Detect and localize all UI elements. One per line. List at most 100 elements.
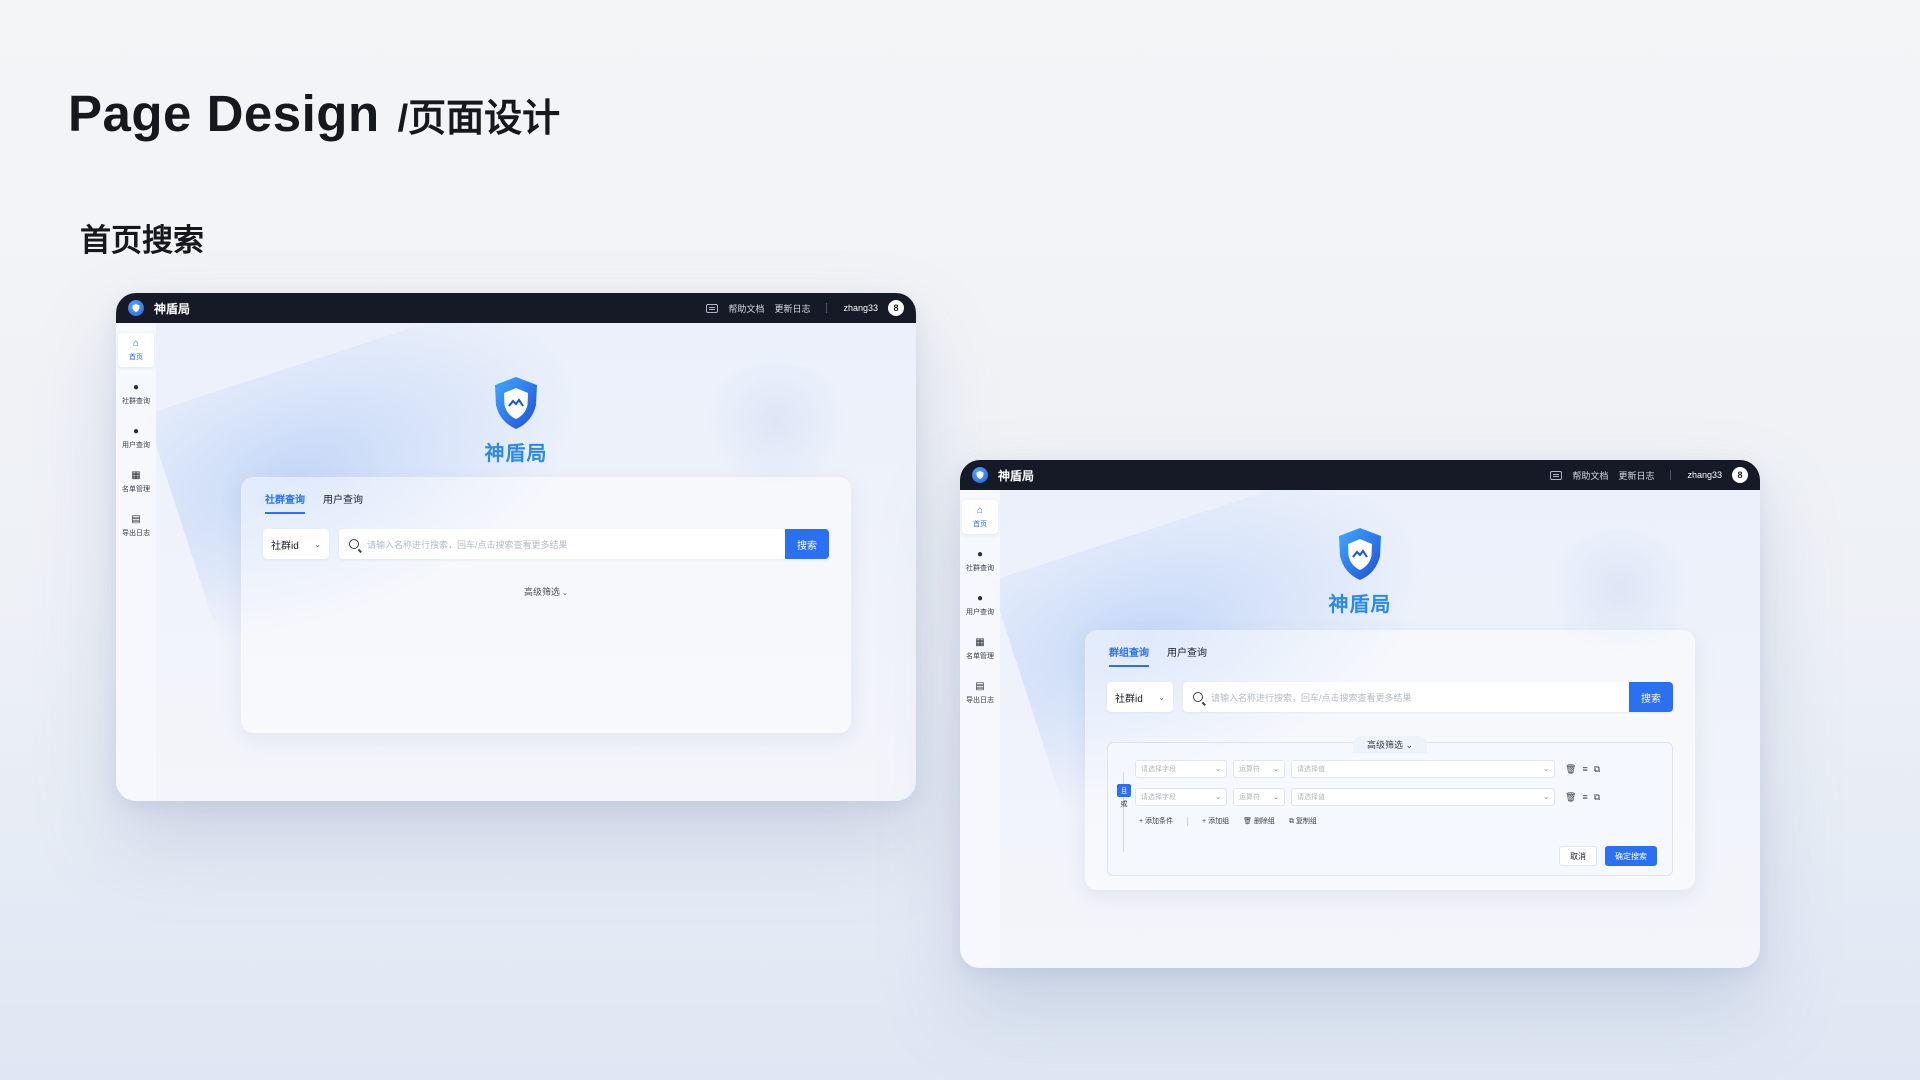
search-type-select[interactable]: 社群id ⌄ (1107, 682, 1173, 712)
copy-group-button[interactable]: ⧉ 复制组 (1289, 816, 1317, 826)
sidebar-item-export-log[interactable]: ▤ 导出日志 (962, 676, 998, 710)
avatar[interactable]: 8 (888, 300, 904, 316)
select-value: 社群id (1115, 693, 1143, 705)
export-log-icon: ▤ (975, 680, 985, 692)
search-card: 群组查询 用户查询 社群id ⌄ 请输入名称进行搜索，回车/点击搜索查看更多结果… (1085, 630, 1695, 890)
add-subcondition-icon[interactable]: ≡ (1582, 764, 1587, 775)
sidebar-item-label: 首页 (129, 353, 143, 361)
chevron-down-icon: ⌄ (1215, 766, 1221, 773)
sidebar-item-export-log[interactable]: ▤ 导出日志 (118, 509, 154, 543)
search-type-select[interactable]: 社群id ⌄ (263, 529, 329, 559)
operator-select[interactable]: 运算符 ⌄ (1233, 760, 1285, 778)
shield-logo-icon (972, 467, 988, 483)
delete-icon[interactable]: 🗑 (1565, 764, 1576, 775)
add-condition-button[interactable]: + 添加条件 (1139, 816, 1173, 826)
tab-community-query[interactable]: 社群查询 (265, 491, 305, 514)
username[interactable]: zhang33 (843, 303, 878, 313)
value-placeholder: 请选择值 (1297, 766, 1325, 773)
value-placeholder: 请选择值 (1297, 794, 1325, 801)
divider (826, 303, 828, 313)
chevron-down-icon: ⌄ (1405, 740, 1414, 750)
row-actions: 🗑 ≡ ⧉ (1565, 764, 1600, 775)
sidebar-item-list-management[interactable]: ▦ 名单管理 (118, 465, 154, 499)
copy-group-label: 复制组 (1295, 818, 1317, 825)
advanced-filter-label: 高级筛选 (524, 587, 561, 597)
condition-row: 请选择字段 ⌄ 运算符 ⌄ 请选择值 ⌄ 🗑 ≡ ⧉ (1135, 788, 1663, 806)
logic-toggle[interactable]: 且 或 (1117, 784, 1131, 809)
app-brand: 神盾局 (998, 468, 1035, 483)
shield-logo-icon (495, 377, 537, 429)
app-brand: 神盾局 (154, 301, 191, 316)
advanced-filter-toggle[interactable]: 高级筛选 ⌄ (241, 585, 851, 598)
confirm-search-button[interactable]: 确定搜索 (1605, 846, 1657, 866)
document-icon (706, 303, 719, 313)
add-group-button[interactable]: + 添加组 (1202, 816, 1229, 826)
sidebar-item-label: 导出日志 (122, 529, 150, 537)
help-doc-link[interactable]: 帮助文档 (728, 302, 764, 315)
sidebar-item-label: 导出日志 (966, 696, 994, 704)
shield-logo-icon (128, 300, 144, 316)
mockup-window-advanced-search: 神盾局 帮助文档 更新日志 zhang33 8 ⌂ 首页 ● 社群查询 ● 用户… (960, 460, 1760, 968)
delete-group-label: 删除组 (1253, 818, 1275, 825)
page-title-en: Page Design (68, 85, 380, 142)
update-log-link[interactable]: 更新日志 (1618, 469, 1654, 482)
section-title: 首页搜索 (80, 223, 204, 258)
field-placeholder: 请选择字段 (1141, 766, 1176, 773)
search-button[interactable]: 搜索 (785, 529, 829, 559)
chevron-down-icon: ⌄ (1273, 766, 1279, 773)
tab-user-query[interactable]: 用户查询 (1167, 644, 1207, 667)
help-doc-link[interactable]: 帮助文档 (1572, 469, 1608, 482)
top-navigation-bar: 神盾局 帮助文档 更新日志 zhang33 8 (116, 293, 916, 323)
shield-logo-icon (1339, 528, 1381, 580)
advanced-filter-toggle[interactable]: 高级筛选 ⌄ (1352, 736, 1428, 753)
home-icon: ⌂ (976, 504, 984, 516)
copy-icon[interactable]: ⧉ (1594, 764, 1600, 775)
chevron-down-icon: ⌄ (562, 590, 568, 597)
add-subcondition-icon[interactable]: ≡ (1582, 792, 1587, 803)
select-value: 社群id (271, 540, 299, 552)
value-select[interactable]: 请选择值 ⌄ (1291, 760, 1555, 778)
field-placeholder: 请选择字段 (1141, 794, 1176, 801)
list-edit-icon: ▦ (975, 636, 985, 648)
update-log-link[interactable]: 更新日志 (774, 302, 810, 315)
search-placeholder: 请输入名称进行搜索，回车/点击搜索查看更多结果 (367, 539, 568, 550)
mockup-window-basic-search: 神盾局 帮助文档 更新日志 zhang33 8 ⌂ 首页 ● 社群查询 ● 用户… (116, 293, 916, 801)
search-tabs: 群组查询 用户查询 (1109, 644, 1207, 667)
search-input[interactable]: 请输入名称进行搜索，回车/点击搜索查看更多结果 搜索 (1183, 682, 1673, 712)
operator-select[interactable]: 运算符 ⌄ (1233, 788, 1285, 806)
chevron-down-icon: ⌄ (1215, 794, 1221, 801)
sidebar-item-home[interactable]: ⌂ 首页 (118, 333, 154, 367)
page-title: Page Design /页面设计 (68, 84, 560, 143)
tab-user-query[interactable]: 用户查询 (323, 491, 363, 514)
cancel-button[interactable]: 取消 (1559, 846, 1597, 866)
advanced-filter-panel: 高级筛选 ⌄ 且 或 请选择字段 ⌄ 运算符 ⌄ 请选择值 ⌄ 🗑 ≡ ⧉ 请选… (1107, 736, 1673, 876)
tab-group-query[interactable]: 群组查询 (1109, 644, 1149, 667)
search-icon (1193, 692, 1203, 702)
search-placeholder: 请输入名称进行搜索，回车/点击搜索查看更多结果 (1211, 692, 1412, 703)
search-button[interactable]: 搜索 (1629, 682, 1673, 712)
divider (1187, 816, 1189, 826)
document-icon (1550, 470, 1563, 480)
sidebar-item-list-management[interactable]: ▦ 名单管理 (962, 632, 998, 666)
page-title-zh: /页面设计 (397, 98, 561, 140)
delete-group-button[interactable]: 🗑 删除组 (1243, 816, 1275, 826)
delete-icon[interactable]: 🗑 (1565, 792, 1576, 803)
divider (1670, 470, 1672, 480)
value-select[interactable]: 请选择值 ⌄ (1291, 788, 1555, 806)
copy-icon[interactable]: ⧉ (1594, 792, 1600, 803)
hero: 神盾局 (116, 375, 916, 466)
avatar[interactable]: 8 (1732, 467, 1748, 483)
top-navigation-bar: 神盾局 帮助文档 更新日志 zhang33 8 (960, 460, 1760, 490)
search-input[interactable]: 请输入名称进行搜索，回车/点击搜索查看更多结果 搜索 (339, 529, 829, 559)
hero: 神盾局 (960, 526, 1760, 617)
field-select[interactable]: 请选择字段 ⌄ (1135, 760, 1227, 778)
and-badge[interactable]: 且 (1117, 784, 1131, 797)
filter-buttons: 取消 确定搜索 (1559, 846, 1657, 866)
username[interactable]: zhang33 (1687, 470, 1722, 480)
list-edit-icon: ▦ (131, 469, 141, 481)
operator-placeholder: 运算符 (1239, 794, 1260, 801)
chevron-down-icon: ⌄ (314, 539, 321, 549)
app-brand-large: 神盾局 (1328, 594, 1392, 616)
field-select[interactable]: 请选择字段 ⌄ (1135, 788, 1227, 806)
or-label[interactable]: 或 (1117, 799, 1131, 809)
